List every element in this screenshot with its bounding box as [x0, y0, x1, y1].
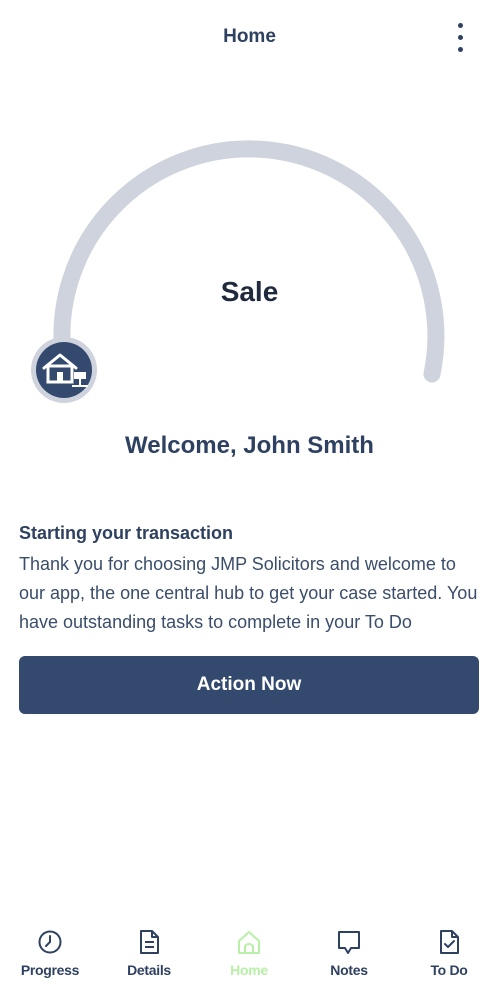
app-header: Home: [0, 0, 499, 80]
nav-label: Notes: [330, 962, 368, 978]
welcome-heading: Welcome, John Smith: [125, 432, 374, 459]
nav-item-home[interactable]: Home: [199, 920, 299, 990]
house-for-sale-icon[interactable]: [30, 336, 98, 404]
action-now-button[interactable]: Action Now: [19, 656, 479, 714]
document-icon: [140, 930, 159, 954]
stage-label: Sale: [220, 276, 279, 307]
more-vertical-icon[interactable]: [444, 20, 476, 60]
nav-label: Progress: [20, 962, 80, 978]
progress-gauge: Sale: [0, 110, 499, 410]
clock-icon: [38, 930, 62, 954]
speech-bubble-icon: [338, 931, 360, 954]
message-body: Thank you for choosing JMP Solicitors an…: [19, 554, 478, 632]
progress-track: [53, 140, 445, 383]
nav-item-details[interactable]: Details: [99, 920, 199, 990]
nav-label: Details: [127, 962, 171, 978]
checklist-document-icon: [440, 930, 459, 954]
page-title: Home: [223, 26, 276, 47]
nav-item-progress[interactable]: Progress: [0, 920, 100, 990]
nav-label: To Do: [430, 962, 468, 978]
nav-label: Home: [230, 962, 268, 978]
message-title: Starting your transaction: [19, 523, 234, 543]
nav-item-notes[interactable]: Notes: [299, 920, 399, 990]
home-icon: [238, 931, 260, 954]
nav-item-to-do[interactable]: To Do: [399, 920, 499, 990]
bottom-navigation: Progress Details Home Notes To Do: [0, 920, 499, 1000]
